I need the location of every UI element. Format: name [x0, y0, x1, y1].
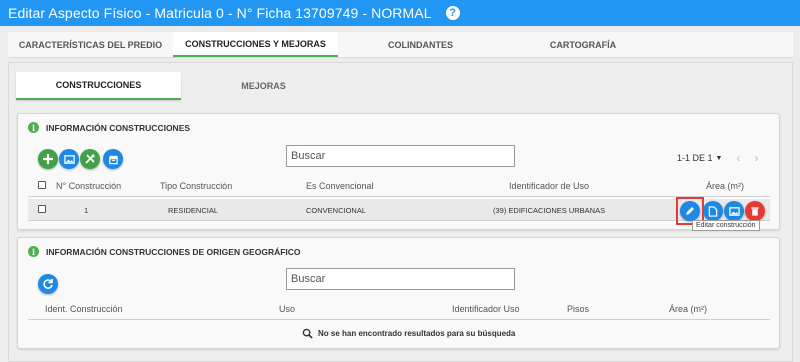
cell-numero: 1 [84, 206, 89, 215]
edit-tooltip: Editar construcción [692, 220, 760, 231]
next-page-icon[interactable]: › [754, 151, 758, 165]
document-icon [708, 205, 718, 217]
col-identificador-uso: Identificador de Uso [509, 181, 590, 191]
cell-convencional: CONVENCIONAL [306, 206, 367, 215]
window-title: Editar Aspecto Físico - Matricula 0 - N°… [8, 5, 432, 21]
col-identificador-uso: Identificador Uso [452, 304, 520, 314]
construcciones-card-header: i INFORMACIÓN CONSTRUCCIONES [28, 122, 190, 133]
row-checkbox[interactable] [38, 205, 46, 213]
construcciones-pager: 1-1 DE 1 ▼ ‹ › [677, 151, 758, 165]
col-es-convencional: Es Convencional [306, 181, 374, 191]
help-icon[interactable]: ? [445, 6, 460, 20]
tab-cartografia[interactable]: CARTOGRAFÍA [503, 32, 663, 57]
col-area: Área (m²) [669, 304, 707, 314]
archive-button[interactable] [103, 149, 123, 169]
prev-page-icon[interactable]: ‹ [736, 151, 740, 165]
image-icon [63, 154, 75, 164]
cell-tipo: RESIDENCIAL [168, 206, 219, 215]
row-image-button[interactable] [724, 201, 744, 221]
origen-geografico-card-title: INFORMACIÓN CONSTRUCCIONES DE ORIGEN GEO… [46, 246, 301, 257]
delete-icon [751, 206, 759, 216]
cell-identificador: (39) EDIFICACIONES URBANAS [493, 206, 606, 215]
empty-results-text: No se han encontrado resultados para su … [318, 329, 516, 338]
empty-results-message: No se han encontrado resultados para su … [302, 328, 515, 339]
tab-caracteristicas-del-predio[interactable]: CARACTERÍSTICAS DEL PREDIO [8, 32, 173, 57]
col-numero-construccion: N° Construcción [56, 181, 122, 191]
info-icon: i [28, 246, 39, 257]
tab-colindantes[interactable]: COLINDANTES [338, 32, 503, 57]
col-uso: Uso [279, 304, 296, 314]
col-tipo-construccion: Tipo Construcción [160, 181, 233, 191]
delete-construccion-button[interactable] [745, 201, 765, 221]
window-titlebar: Editar Aspecto Físico - Matricula 0 - N°… [0, 0, 800, 26]
pager-dropdown-icon[interactable]: ▼ [716, 155, 723, 162]
refresh-icon [43, 279, 53, 289]
subtab-mejoras[interactable]: MEJORAS [181, 72, 346, 100]
image-button[interactable] [59, 149, 79, 169]
construcciones-search-input[interactable] [286, 145, 515, 167]
origen-geografico-table-header: Ident. Construcción Uso Identificador Us… [28, 298, 770, 320]
construcciones-card-title: INFORMACIÓN CONSTRUCCIONES [46, 122, 191, 133]
table-row[interactable]: 1 RESIDENCIAL CONVENCIONAL (39) EDIFICAC… [28, 199, 770, 221]
sub-tabs: CONSTRUCCIONES MEJORAS [16, 72, 780, 100]
add-construccion-button[interactable] [38, 149, 58, 169]
add-icon [43, 154, 53, 164]
origen-geografico-card-header: i INFORMACIÓN CONSTRUCCIONES DE ORIGEN G… [28, 246, 301, 257]
col-pisos: Pisos [567, 304, 590, 314]
tab-construcciones-y-mejoras[interactable]: CONSTRUCCIONES Y MEJORAS [173, 32, 338, 57]
col-ident-construccion: Ident. Construcción [45, 304, 123, 314]
tools-button[interactable] [80, 149, 100, 169]
image-icon [728, 206, 740, 216]
col-area: Área (m²) [706, 181, 744, 191]
search-icon [302, 328, 313, 339]
select-all-checkbox[interactable] [38, 181, 46, 189]
document-button[interactable] [703, 201, 723, 221]
subtab-construcciones[interactable]: CONSTRUCCIONES [16, 72, 181, 100]
tools-icon [85, 154, 95, 164]
main-tabs: CARACTERÍSTICAS DEL PREDIO CONSTRUCCIONE… [8, 32, 793, 58]
refresh-button[interactable] [38, 274, 58, 294]
construcciones-table-header: N° Construcción Tipo Construcción Es Con… [28, 175, 770, 197]
origen-geografico-search-input[interactable] [286, 268, 515, 290]
pager-range: 1-1 DE 1 [677, 153, 713, 163]
archive-icon [108, 155, 118, 164]
info-icon: i [28, 122, 39, 133]
